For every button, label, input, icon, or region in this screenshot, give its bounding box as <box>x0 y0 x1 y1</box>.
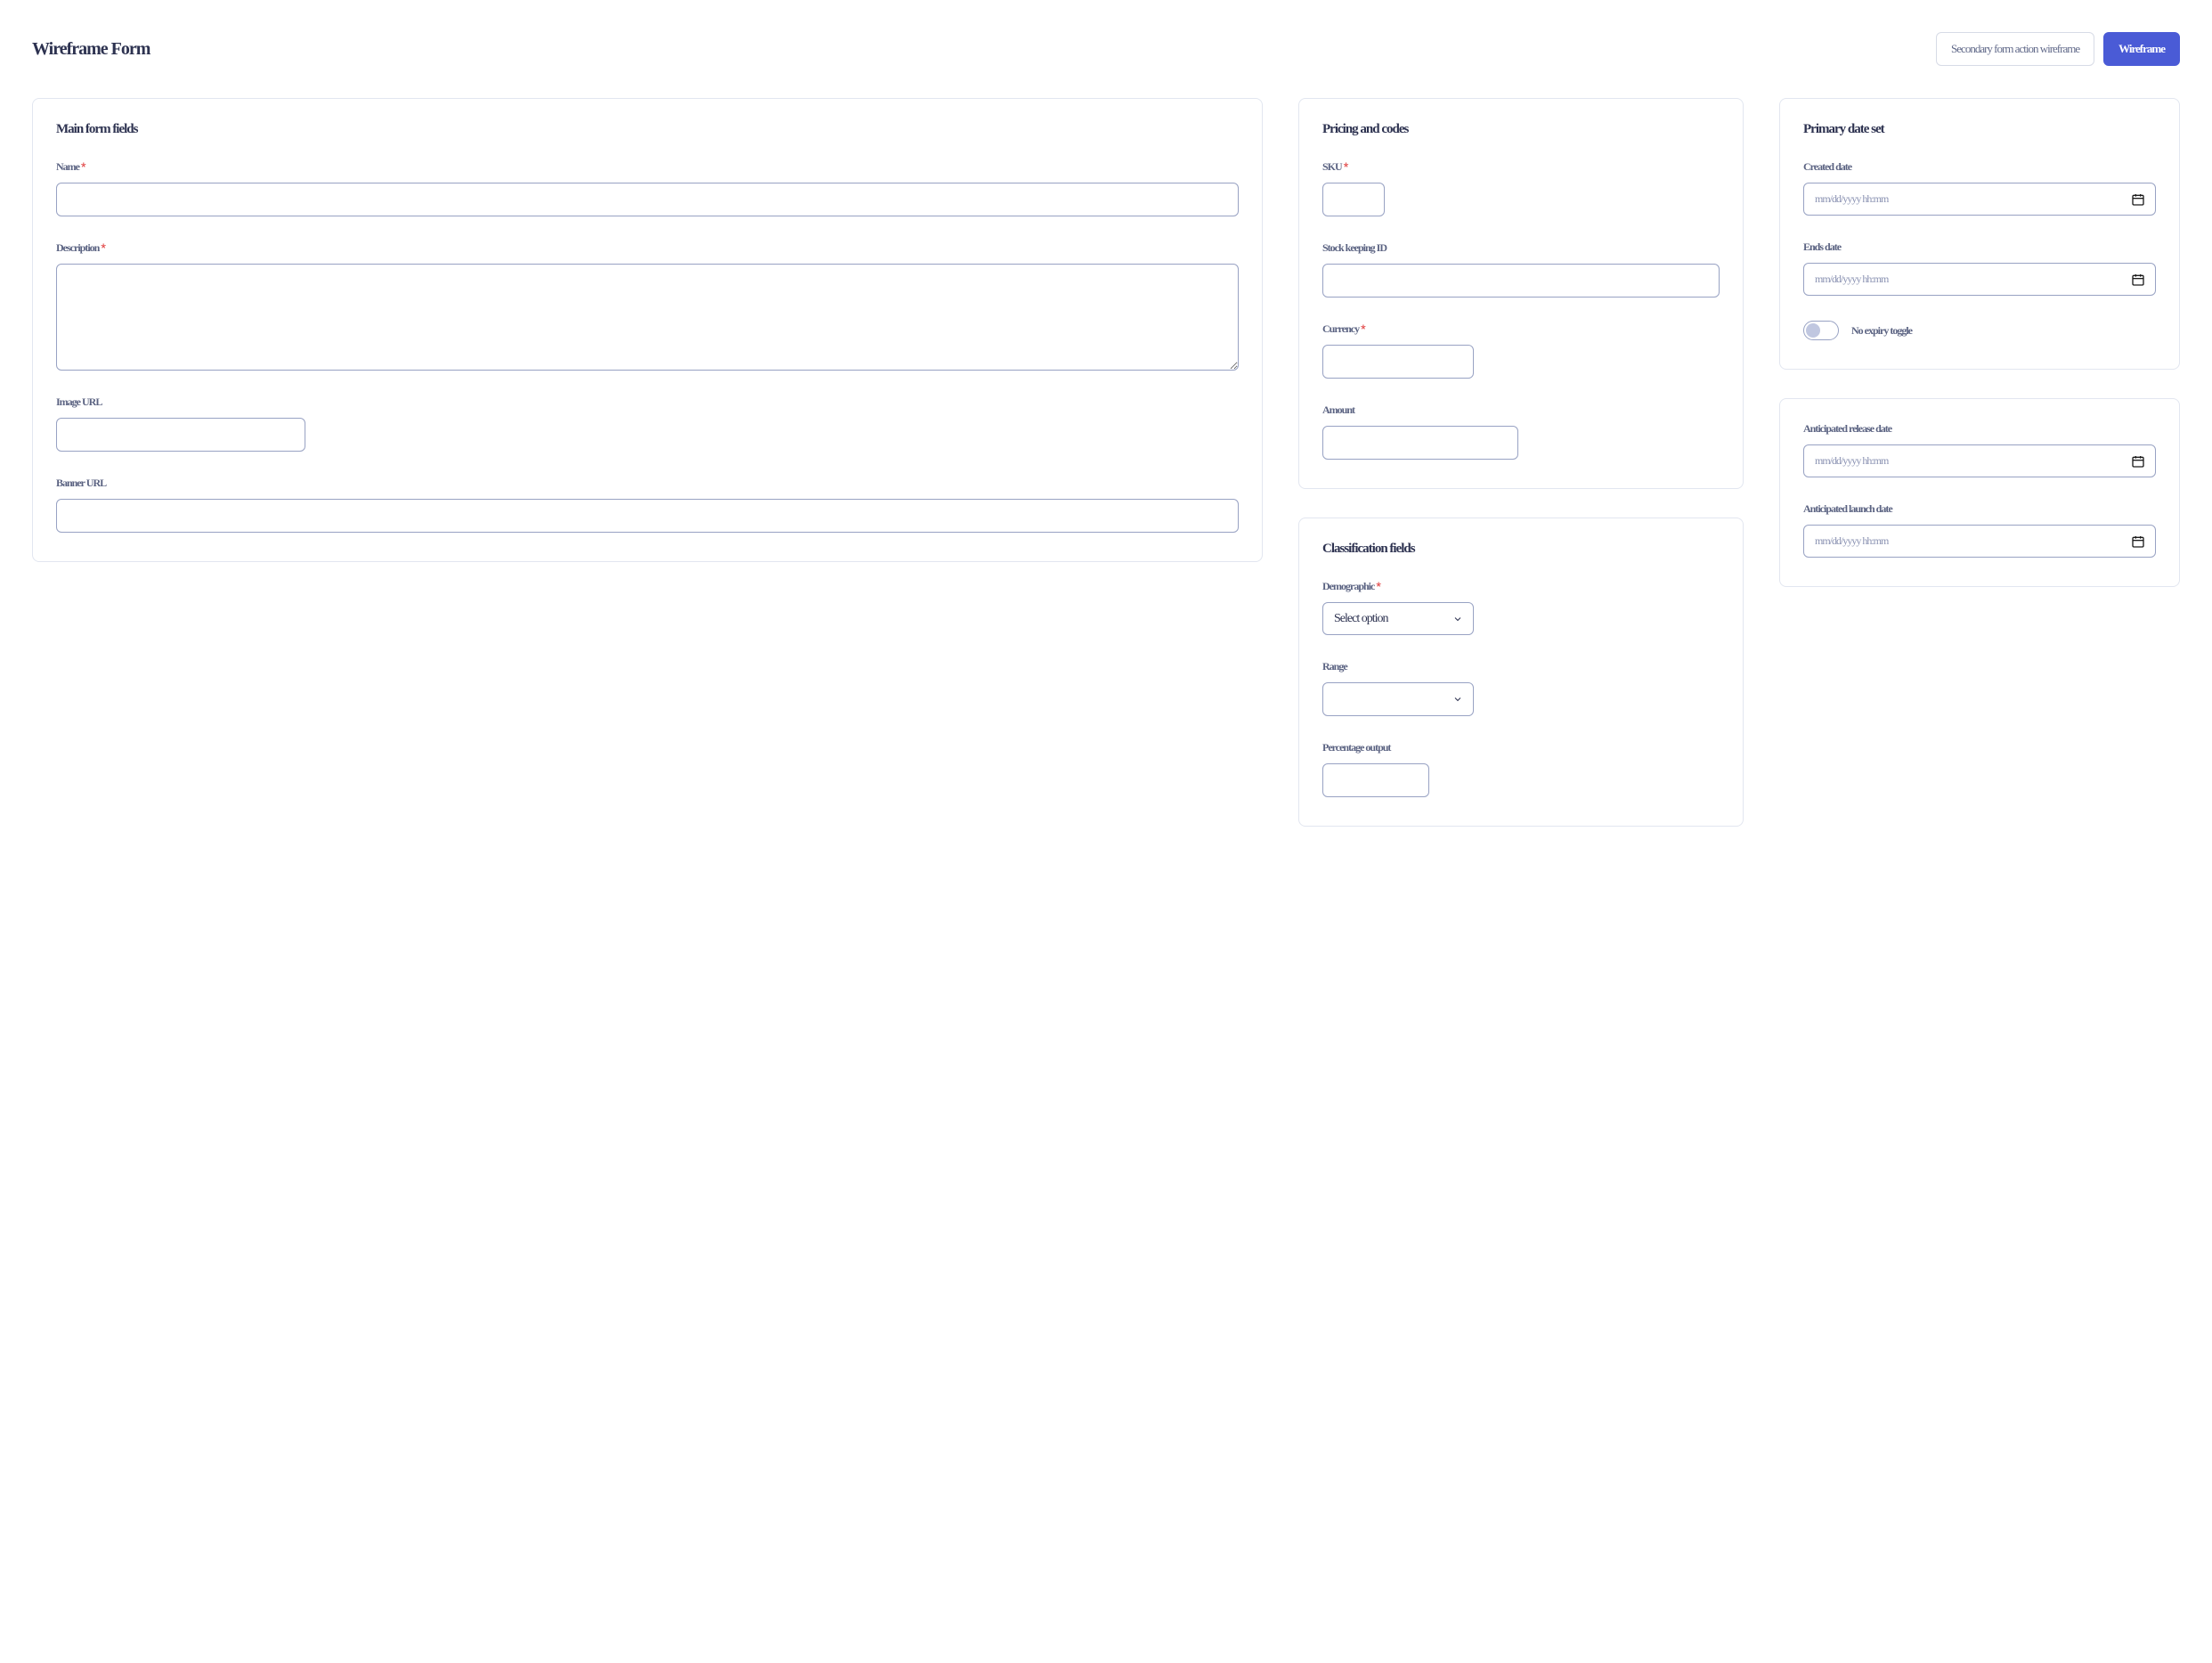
currency-label: Currency* <box>1322 322 1720 336</box>
secondary-action-button[interactable]: Secondary form action wireframe <box>1936 32 2094 66</box>
card-pricing: Pricing and codes SKU* Stock keeping ID … <box>1298 98 1744 489</box>
demographic-select[interactable]: Select option <box>1322 602 1474 635</box>
card-title: Pricing and codes <box>1322 122 1720 137</box>
no-expiry-toggle[interactable] <box>1803 321 1839 340</box>
image-url-label: Image URL <box>56 395 1239 409</box>
range-select[interactable] <box>1322 682 1474 716</box>
stock-label: Stock keeping ID <box>1322 241 1720 255</box>
banner-url-label: Banner URL <box>56 477 1239 490</box>
range-label: Range <box>1322 660 1720 673</box>
card-primary-dates: Primary date set Created date Ends date <box>1779 98 2180 370</box>
page-title: Wireframe Form <box>32 39 150 60</box>
release-date-input[interactable] <box>1803 444 2156 477</box>
card-audience: Classification fields Demographic* Selec… <box>1298 518 1744 827</box>
stock-input[interactable] <box>1322 264 1720 298</box>
card-main-fields: Main form fields Name* Description* Imag… <box>32 98 1263 562</box>
percentage-label: Percentage output <box>1322 741 1720 754</box>
demographic-label: Demographic* <box>1322 580 1720 593</box>
card-secondary-dates: Anticipated release date Anticipated lau… <box>1779 398 2180 587</box>
sku-input[interactable] <box>1322 183 1385 216</box>
release-date-label: Anticipated release date <box>1803 422 2156 436</box>
launch-date-label: Anticipated launch date <box>1803 502 2156 516</box>
name-label: Name* <box>56 160 1239 174</box>
card-title: Main form fields <box>56 122 1239 137</box>
header-actions: Secondary form action wireframe Wirefram… <box>1936 32 2180 66</box>
image-url-input[interactable] <box>56 418 305 452</box>
card-title: Classification fields <box>1322 542 1720 557</box>
ends-date-input[interactable] <box>1803 263 2156 296</box>
created-date-label: Created date <box>1803 160 2156 174</box>
amount-label: Amount <box>1322 404 1720 417</box>
currency-input[interactable] <box>1322 345 1474 379</box>
card-title: Primary date set <box>1803 122 2156 137</box>
description-label: Description* <box>56 241 1239 255</box>
description-input[interactable] <box>56 264 1239 371</box>
banner-url-input[interactable] <box>56 499 1239 533</box>
percentage-input[interactable] <box>1322 763 1429 797</box>
name-input[interactable] <box>56 183 1239 216</box>
amount-input[interactable] <box>1322 426 1518 460</box>
launch-date-input[interactable] <box>1803 525 2156 558</box>
sku-label: SKU* <box>1322 160 1720 174</box>
ends-date-label: Ends date <box>1803 240 2156 254</box>
primary-action-button[interactable]: Wireframe <box>2103 32 2180 66</box>
toggle-label: No expiry toggle <box>1851 324 1912 338</box>
created-date-input[interactable] <box>1803 183 2156 216</box>
